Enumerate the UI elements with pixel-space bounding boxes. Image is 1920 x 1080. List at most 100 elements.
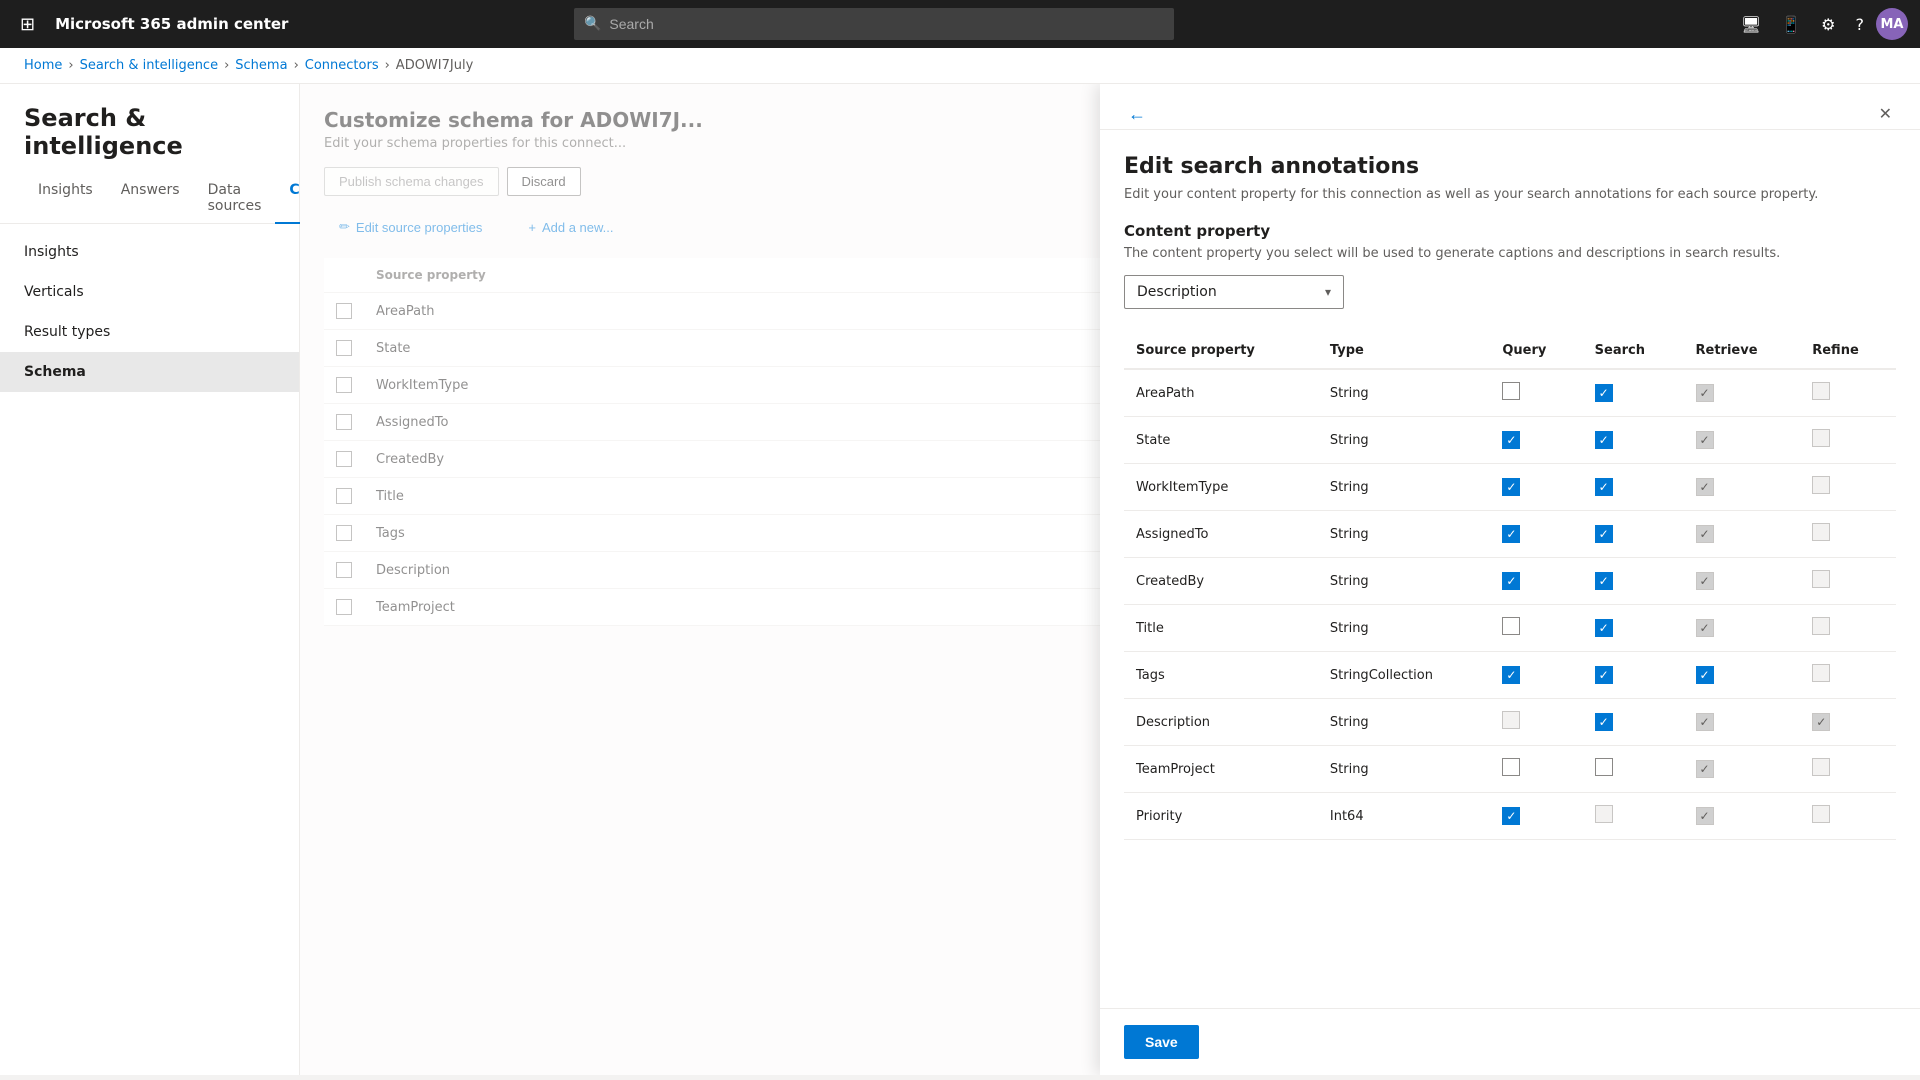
annotation-row: CreatedBy String (1124, 558, 1896, 605)
search-checkbox[interactable] (1595, 619, 1613, 637)
breadcrumb-search-intelligence[interactable]: Search & intelligence (80, 58, 218, 73)
query-checkbox[interactable] (1502, 525, 1520, 543)
refine-checkbox[interactable] (1812, 476, 1830, 494)
row-checkbox[interactable] (336, 562, 352, 578)
sidebar-item-schema[interactable]: Schema (0, 352, 299, 392)
retrieve-checkbox[interactable] (1696, 572, 1714, 590)
query-checkbox[interactable] (1502, 758, 1520, 776)
row-checkbox[interactable] (336, 488, 352, 504)
row-checkbox[interactable] (336, 525, 352, 541)
search-bar[interactable]: 🔍 (574, 8, 1174, 40)
retrieve-checkbox[interactable] (1696, 807, 1714, 825)
edit-source-button[interactable]: ✏ Edit source properties (324, 212, 497, 242)
query-checkbox[interactable] (1502, 617, 1520, 635)
search-input[interactable] (609, 16, 1164, 32)
breadcrumb-connectors[interactable]: Connectors (305, 58, 379, 73)
search-icon: 🔍 (584, 16, 601, 32)
mobile-icon[interactable]: 📱 (1773, 7, 1809, 42)
annotation-row: State String (1124, 417, 1896, 464)
panel-header: ← ✕ (1100, 84, 1920, 130)
ann-retrieve-cell (1684, 464, 1801, 511)
retrieve-checkbox[interactable] (1696, 525, 1714, 543)
query-checkbox[interactable] (1502, 666, 1520, 684)
row-checkbox[interactable] (336, 377, 352, 393)
retrieve-checkbox[interactable] (1696, 666, 1714, 684)
refine-checkbox[interactable] (1812, 758, 1830, 776)
tab-answers[interactable]: Answers (107, 172, 194, 224)
waffle-menu-icon[interactable]: ⊞ (12, 6, 43, 43)
help-icon[interactable]: ? (1848, 7, 1873, 42)
query-checkbox[interactable] (1502, 431, 1520, 449)
breadcrumb-home[interactable]: Home (24, 58, 62, 73)
refine-checkbox[interactable] (1812, 617, 1830, 635)
breadcrumb-schema[interactable]: Schema (235, 58, 287, 73)
query-checkbox[interactable] (1502, 478, 1520, 496)
publish-button[interactable]: Publish schema changes (324, 167, 499, 196)
avatar[interactable]: MA (1876, 8, 1908, 40)
query-checkbox[interactable] (1502, 711, 1520, 729)
query-checkbox[interactable] (1502, 572, 1520, 590)
breadcrumb: Home › Search & intelligence › Schema › … (0, 48, 1920, 84)
retrieve-checkbox[interactable] (1696, 619, 1714, 637)
retrieve-checkbox[interactable] (1696, 431, 1714, 449)
refine-checkbox[interactable] (1812, 429, 1830, 447)
query-checkbox[interactable] (1502, 382, 1520, 400)
discard-button[interactable]: Discard (507, 167, 581, 196)
retrieve-checkbox[interactable] (1696, 713, 1714, 731)
query-checkbox[interactable] (1502, 807, 1520, 825)
sidebar-item-result-types[interactable]: Result types (0, 312, 299, 352)
ann-property: TeamProject (1124, 746, 1318, 793)
row-checkbox-cell[interactable] (324, 330, 364, 367)
search-checkbox[interactable] (1595, 713, 1613, 731)
search-checkbox[interactable] (1595, 666, 1613, 684)
ann-search-cell (1583, 511, 1684, 558)
app-title: Microsoft 365 admin center (55, 15, 288, 33)
settings-icon[interactable]: ⚙ (1813, 7, 1843, 42)
ann-query-cell (1490, 417, 1582, 464)
tab-insights[interactable]: Insights (24, 172, 107, 224)
row-checkbox-cell[interactable] (324, 293, 364, 330)
row-checkbox-cell[interactable] (324, 441, 364, 478)
search-checkbox[interactable] (1595, 758, 1613, 776)
row-checkbox-cell[interactable] (324, 367, 364, 404)
sidebar-item-verticals[interactable]: Verticals (0, 272, 299, 312)
retrieve-checkbox[interactable] (1696, 760, 1714, 778)
panel-close-button[interactable]: ✕ (1875, 100, 1896, 128)
ann-type: String (1318, 369, 1490, 417)
refine-checkbox[interactable] (1812, 523, 1830, 541)
refine-checkbox[interactable] (1812, 713, 1830, 731)
search-checkbox[interactable] (1595, 384, 1613, 402)
panel-back-button[interactable]: ← (1124, 100, 1150, 129)
refine-checkbox[interactable] (1812, 664, 1830, 682)
row-checkbox[interactable] (336, 599, 352, 615)
retrieve-checkbox[interactable] (1696, 478, 1714, 496)
edit-icon: ✏ (339, 219, 350, 235)
chevron-down-icon: ▾ (1325, 285, 1331, 299)
save-button[interactable]: Save (1124, 1025, 1199, 1059)
desktop-icon[interactable]: 🖥 (1733, 7, 1769, 42)
sidebar-item-insights[interactable]: Insights (0, 232, 299, 272)
row-checkbox-cell[interactable] (324, 478, 364, 515)
search-checkbox[interactable] (1595, 525, 1613, 543)
retrieve-checkbox[interactable] (1696, 384, 1714, 402)
panel-content: Edit search annotations Edit your conten… (1100, 130, 1920, 1008)
row-checkbox-cell[interactable] (324, 515, 364, 552)
add-new-button[interactable]: + Add a new... (513, 212, 628, 242)
row-checkbox[interactable] (336, 414, 352, 430)
refine-checkbox[interactable] (1812, 382, 1830, 400)
search-checkbox[interactable] (1595, 805, 1613, 823)
tab-data-sources[interactable]: Data sources (194, 172, 276, 224)
ann-retrieve-cell (1684, 605, 1801, 652)
row-checkbox-cell[interactable] (324, 552, 364, 589)
row-checkbox-cell[interactable] (324, 589, 364, 626)
refine-checkbox[interactable] (1812, 570, 1830, 588)
content-property-dropdown[interactable]: Description ▾ (1124, 275, 1344, 309)
search-checkbox[interactable] (1595, 431, 1613, 449)
search-checkbox[interactable] (1595, 478, 1613, 496)
row-checkbox[interactable] (336, 340, 352, 356)
refine-checkbox[interactable] (1812, 805, 1830, 823)
row-checkbox-cell[interactable] (324, 404, 364, 441)
row-checkbox[interactable] (336, 451, 352, 467)
row-checkbox[interactable] (336, 303, 352, 319)
search-checkbox[interactable] (1595, 572, 1613, 590)
